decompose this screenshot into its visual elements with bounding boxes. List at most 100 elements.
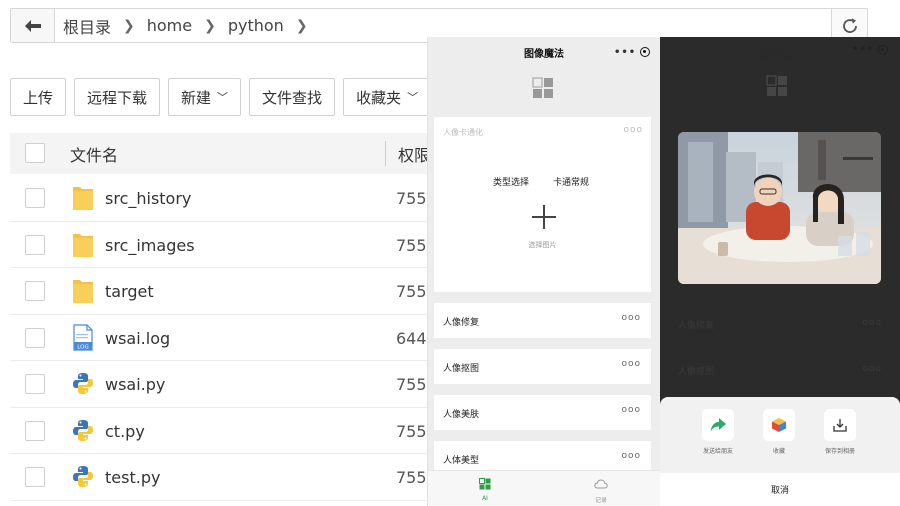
- remote-download-label: 远程下载: [87, 89, 148, 107]
- share-option-label: 保存到相册: [824, 448, 855, 455]
- file-name[interactable]: wsai.log: [105, 329, 170, 348]
- save-to-album-option[interactable]: 保存到相册: [810, 409, 870, 455]
- more-options-icon: ooo: [862, 364, 882, 374]
- more-options-icon[interactable]: ooo: [621, 313, 641, 323]
- more-options-icon[interactable]: ooo: [621, 405, 641, 415]
- menu-item-portrait-cutout[interactable]: 人像抠图 ooo: [434, 349, 651, 384]
- more-options-icon[interactable]: ooo: [621, 451, 641, 461]
- add-image-icon[interactable]: [532, 205, 556, 229]
- app-logo-icon: [766, 75, 787, 96]
- menu-item-label: 人像修复: [678, 321, 715, 331]
- mini-program-nav-bar: 图像魔法 •••: [660, 37, 900, 67]
- more-options-icon[interactable]: ooo: [623, 125, 643, 135]
- menu-item-portrait-repair[interactable]: 人像修复 ooo: [434, 303, 651, 338]
- cartoon-result-image[interactable]: [678, 132, 881, 284]
- favorites-dropdown-button[interactable]: 收藏夹 ﹀: [343, 78, 432, 116]
- mini-program-main-screen: 图像魔法 ••• 人像卡通化 ooo 类型选择 卡通常规 选择图片 人像修复 o…: [427, 37, 660, 506]
- column-header-name[interactable]: 文件名: [70, 142, 118, 166]
- tab-ai[interactable]: AI: [465, 475, 505, 502]
- file-toolbar: 上传 远程下载 新建 ﹀ 文件查找 收藏夹 ﹀: [10, 78, 454, 116]
- share-to-friend-option[interactable]: 发送给朋友: [688, 409, 748, 455]
- favorites-label: 收藏夹: [356, 89, 402, 107]
- tab-label: 记录: [594, 497, 607, 504]
- capsule-menu: •••: [850, 44, 890, 55]
- svg-text:LOG: LOG: [77, 344, 88, 350]
- file-name[interactable]: wsai.py: [105, 375, 165, 394]
- share-option-label: 收藏: [772, 448, 785, 455]
- breadcrumb-home[interactable]: home: [147, 16, 192, 35]
- upload-button[interactable]: 上传: [10, 78, 67, 116]
- capsule-menu: •••: [612, 44, 652, 60]
- mini-program-share-screen: 图像魔法 ••• 人像修复 ooo 人像抠图 ooo 发送给朋友 收藏 保存到相…: [660, 37, 900, 506]
- row-checkbox[interactable]: [25, 281, 45, 301]
- file-search-label: 文件查找: [262, 89, 323, 107]
- breadcrumb-root[interactable]: 根目录: [63, 14, 111, 38]
- file-name[interactable]: src_images: [105, 236, 195, 255]
- breadcrumb-python[interactable]: python: [228, 16, 284, 35]
- new-dropdown-button[interactable]: 新建 ﹀: [168, 78, 242, 116]
- share-arrow-icon: [702, 409, 734, 441]
- cancel-button[interactable]: 取消: [660, 473, 900, 506]
- menu-item-skin-beautify[interactable]: 人像美肤 ooo: [434, 395, 651, 430]
- more-options-icon[interactable]: ooo: [621, 359, 641, 369]
- ai-grid-icon: [479, 478, 491, 490]
- mini-program-title: 图像魔法: [760, 48, 800, 60]
- more-options-icon: ooo: [862, 318, 882, 328]
- file-name[interactable]: src_history: [105, 189, 191, 208]
- tab-bar: AI 记录: [428, 470, 660, 506]
- mini-program-title: 图像魔法: [524, 48, 564, 60]
- share-option-label: 发送给朋友: [702, 448, 733, 455]
- close-target-icon[interactable]: [878, 44, 889, 55]
- menu-item-label: 人像修复: [443, 318, 480, 328]
- chevron-down-icon: ﹀: [217, 92, 229, 104]
- column-divider[interactable]: [385, 141, 386, 166]
- mini-program-nav-bar: 图像魔法 •••: [428, 37, 660, 67]
- row-checkbox[interactable]: [25, 327, 45, 348]
- column-header-permission[interactable]: 权限: [398, 142, 430, 166]
- type-select-label: 类型选择: [493, 178, 530, 188]
- file-name[interactable]: target: [105, 282, 154, 301]
- chevron-down-icon: ﹀: [407, 92, 419, 104]
- chevron-right-icon: ❯: [204, 17, 216, 34]
- cloud-icon: [594, 479, 608, 489]
- chevron-right-icon: ❯: [295, 17, 308, 34]
- row-checkbox[interactable]: [25, 234, 45, 255]
- more-dots-icon[interactable]: •••: [614, 47, 636, 58]
- more-dots-icon[interactable]: •••: [852, 44, 874, 55]
- file-search-button[interactable]: 文件查找: [249, 78, 336, 116]
- menu-item-label: 人像美肤: [443, 410, 480, 420]
- remote-download-button[interactable]: 远程下载: [74, 78, 161, 116]
- tab-label: AI: [482, 495, 488, 502]
- select-all-checkbox[interactable]: [25, 143, 45, 163]
- favorite-option[interactable]: 收藏: [749, 409, 809, 455]
- back-button[interactable]: [11, 9, 55, 42]
- arrow-left-icon: [24, 19, 41, 32]
- python-file-icon: [73, 373, 93, 394]
- refresh-icon: [842, 18, 857, 33]
- download-icon: [824, 409, 856, 441]
- row-checkbox[interactable]: [25, 374, 45, 394]
- card-title: 人像卡通化: [443, 128, 483, 137]
- folder-icon: [73, 280, 93, 303]
- python-file-icon: [73, 466, 93, 487]
- folder-icon: [73, 233, 93, 257]
- row-checkbox[interactable]: [25, 188, 45, 208]
- chevron-right-icon: ❯: [123, 17, 135, 34]
- row-checkbox[interactable]: [25, 420, 45, 441]
- select-image-label[interactable]: 选择图片: [434, 240, 651, 250]
- close-target-icon[interactable]: [640, 47, 651, 57]
- menu-item-label: 人像抠图: [443, 364, 480, 374]
- favorite-cube-icon: [763, 409, 795, 441]
- tab-records[interactable]: 记录: [581, 475, 621, 504]
- menu-item-label: 人像抠图: [678, 367, 715, 377]
- folder-icon: [73, 187, 93, 210]
- new-label: 新建: [181, 89, 212, 107]
- file-name[interactable]: ct.py: [105, 422, 145, 441]
- log-file-icon: LOG: [73, 323, 93, 351]
- file-name[interactable]: test.py: [105, 468, 160, 487]
- upload-label: 上传: [23, 89, 54, 107]
- row-checkbox[interactable]: [25, 467, 45, 487]
- app-logo-icon: [532, 77, 553, 98]
- breadcrumb: 根目录 ❯ home ❯ python ❯: [55, 9, 320, 42]
- type-select-value[interactable]: 卡通常规: [553, 175, 589, 188]
